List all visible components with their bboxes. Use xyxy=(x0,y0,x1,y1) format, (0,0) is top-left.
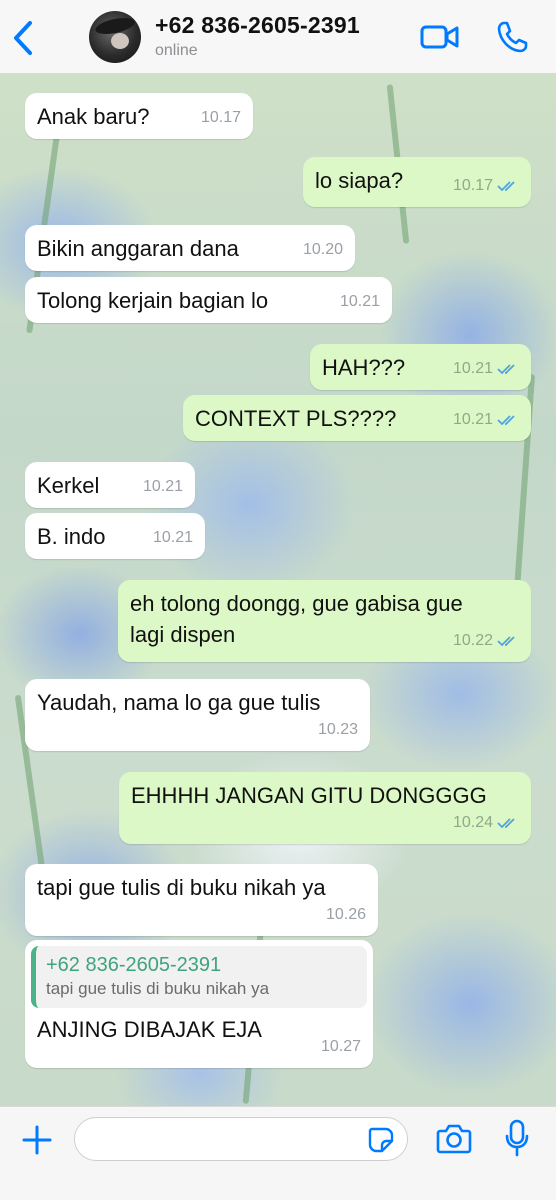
message-text: tapi gue tulis di buku nikah ya xyxy=(37,875,326,900)
message-bubble-reply[interactable]: +62 836-2605-2391 tapi gue tulis di buku… xyxy=(25,940,373,1068)
camera-icon[interactable] xyxy=(436,1123,472,1155)
contact-status: online xyxy=(155,42,198,59)
message-time: 10.20 xyxy=(302,241,343,258)
message-bubble-incoming[interactable]: Anak baru? 10.17 xyxy=(25,93,253,139)
message-time: 10.23 xyxy=(317,721,358,738)
microphone-icon[interactable] xyxy=(505,1119,529,1157)
message-text: Yaudah, nama lo ga gue tulis xyxy=(37,690,321,715)
message-time: 10.21 xyxy=(142,478,183,495)
contact-name[interactable]: +62 836-2605-2391 xyxy=(155,12,360,39)
quoted-message[interactable]: +62 836-2605-2391 tapi gue tulis di buku… xyxy=(31,946,367,1008)
double-check-icon xyxy=(497,363,515,374)
message-text: Bikin anggaran dana xyxy=(37,236,239,261)
message-input[interactable] xyxy=(74,1117,408,1161)
message-time: 10.17 xyxy=(452,177,493,194)
message-time: 10.21 xyxy=(152,529,193,546)
video-camera-icon[interactable] xyxy=(420,22,460,52)
double-check-icon xyxy=(497,635,515,646)
message-time: 10.27 xyxy=(320,1038,361,1055)
message-bubble-incoming[interactable]: Yaudah, nama lo ga gue tulis 10.23 xyxy=(25,679,370,751)
message-time: 10.17 xyxy=(200,109,241,126)
quoted-text: tapi gue tulis di buku nikah ya xyxy=(46,979,270,998)
message-bubble-outgoing[interactable]: HAH??? 10.21 xyxy=(310,344,531,390)
contact-avatar[interactable] xyxy=(89,11,141,63)
message-bubble-outgoing[interactable]: EHHHH JANGAN GITU DONGGGG 10.24 xyxy=(119,772,531,844)
message-text: Tolong kerjain bagian lo xyxy=(37,288,269,313)
phone-icon[interactable] xyxy=(496,20,528,54)
plus-icon[interactable] xyxy=(22,1125,52,1155)
message-time: 10.21 xyxy=(339,293,380,310)
double-check-icon xyxy=(497,180,515,191)
message-time: 10.21 xyxy=(452,360,493,377)
sticker-icon[interactable] xyxy=(368,1127,394,1153)
message-time: 10.21 xyxy=(452,411,493,428)
message-time: 10.24 xyxy=(452,814,493,831)
message-bubble-outgoing[interactable]: CONTEXT PLS???? 10.21 xyxy=(183,395,531,441)
message-bubble-outgoing[interactable]: lo siapa? 10.17 xyxy=(303,157,531,207)
quoted-sender: +62 836-2605-2391 xyxy=(46,954,222,976)
message-bubble-incoming[interactable]: tapi gue tulis di buku nikah ya 10.26 xyxy=(25,864,378,936)
message-bubble-incoming[interactable]: Tolong kerjain bagian lo 10.21 xyxy=(25,277,392,323)
message-bubble-incoming[interactable]: B. indo 10.21 xyxy=(25,513,205,559)
message-text: ANJING DIBAJAK EJA xyxy=(37,1017,262,1042)
message-bubble-outgoing[interactable]: eh tolong doongg, gue gabisa gue lagi di… xyxy=(118,580,531,662)
message-time: 10.22 xyxy=(452,632,493,649)
message-bubble-incoming[interactable]: Bikin anggaran dana 10.20 xyxy=(25,225,355,271)
message-time: 10.26 xyxy=(325,906,366,923)
double-check-icon xyxy=(497,817,515,828)
chat-header: +62 836-2605-2391 online xyxy=(0,0,556,74)
double-check-icon xyxy=(497,414,515,425)
back-chevron-icon[interactable] xyxy=(10,20,36,56)
composer-bar xyxy=(0,1106,556,1200)
message-bubble-incoming[interactable]: Kerkel 10.21 xyxy=(25,462,195,508)
